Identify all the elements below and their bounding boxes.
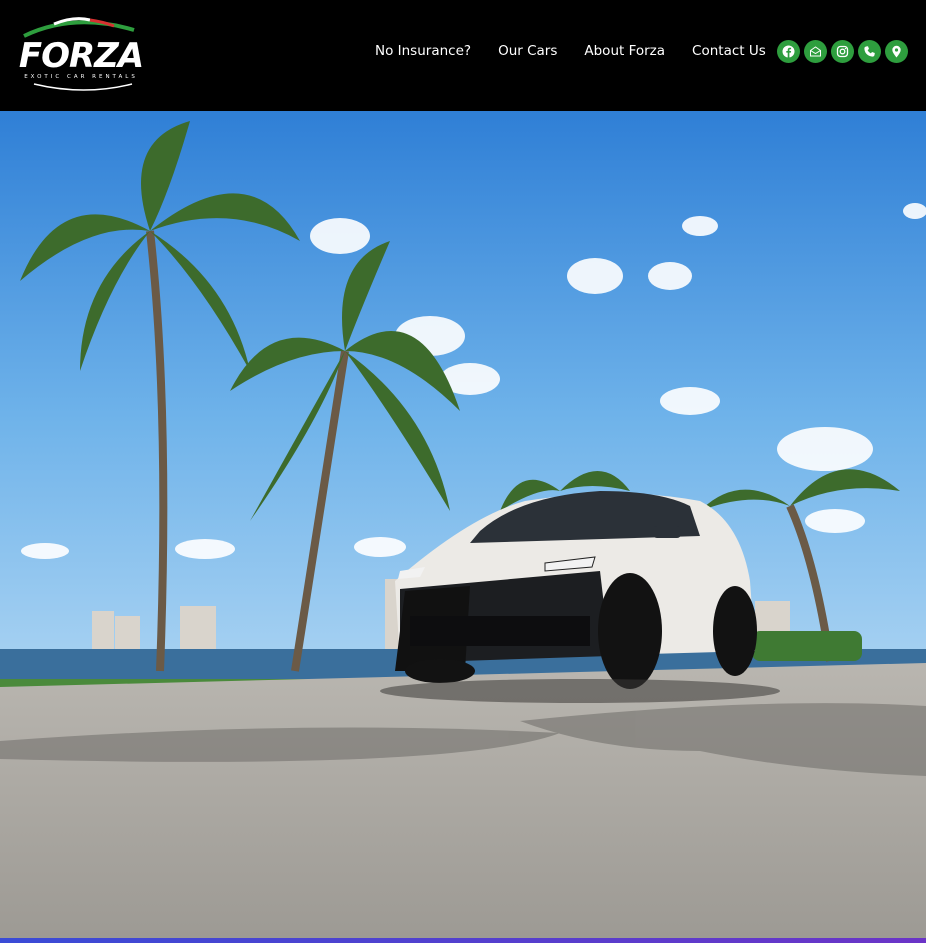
- hero-image: [0, 111, 926, 938]
- main-nav: No Insurance? Our Cars About Forza Conta…: [375, 43, 793, 59]
- social-icons: [777, 40, 912, 63]
- location-pin-icon[interactable]: [885, 40, 908, 63]
- nav-contact-us[interactable]: Contact Us: [692, 43, 766, 59]
- forza-logo[interactable]: FORZA EXOTIC CAR RENTALS: [14, 14, 148, 96]
- logo-tagline: EXOTIC CAR RENTALS: [24, 74, 138, 80]
- phone-icon[interactable]: [858, 40, 881, 63]
- email-icon[interactable]: [804, 40, 827, 63]
- bottom-accent-bar: [0, 938, 926, 943]
- nav-our-cars[interactable]: Our Cars: [498, 43, 557, 59]
- site-header: FORZA EXOTIC CAR RENTALS No Insurance? O…: [0, 0, 926, 111]
- nav-no-insurance[interactable]: No Insurance?: [375, 43, 471, 59]
- logo-wordmark: FORZA: [18, 36, 144, 76]
- nav-about-forza[interactable]: About Forza: [584, 43, 665, 59]
- instagram-icon[interactable]: [831, 40, 854, 63]
- facebook-icon[interactable]: [777, 40, 800, 63]
